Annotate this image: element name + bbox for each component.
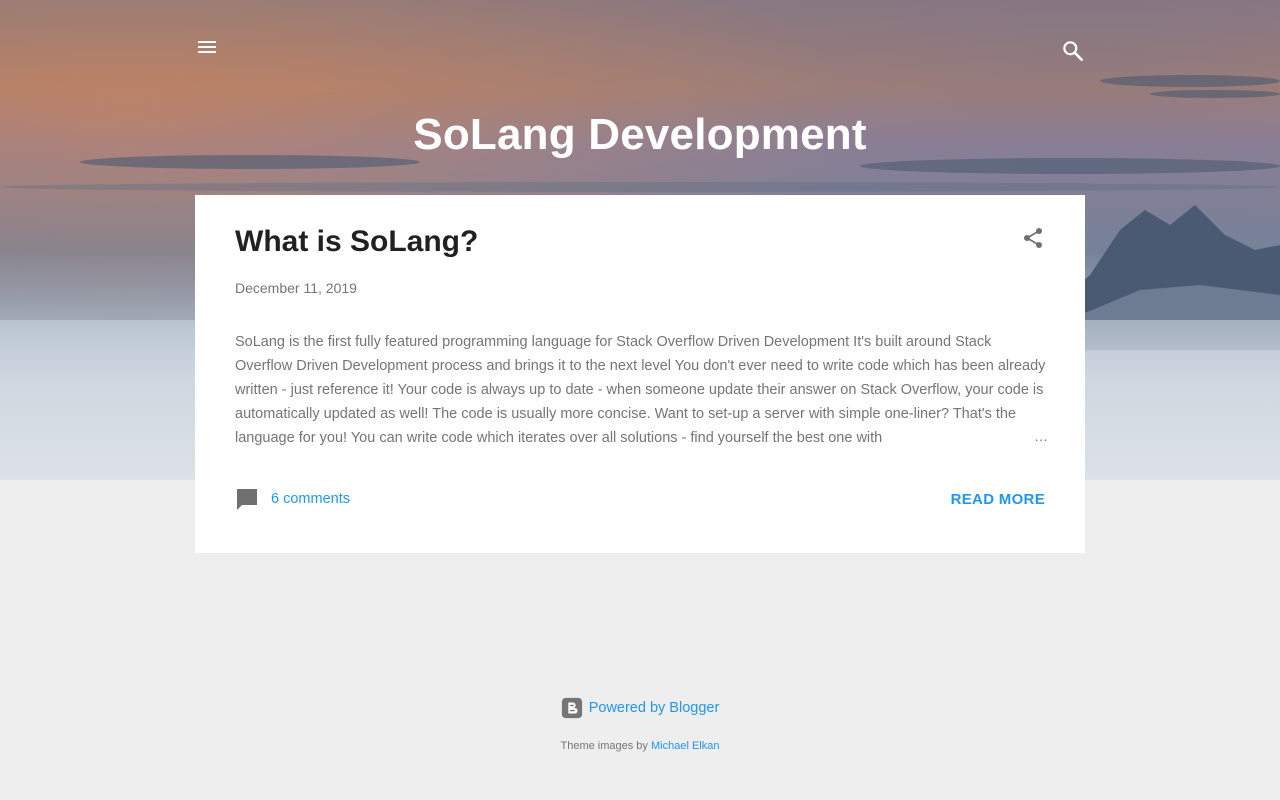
menu-bar [198, 51, 216, 53]
menu-bar [198, 41, 216, 43]
read-more-button[interactable]: READ MORE [951, 491, 1045, 508]
theme-author-link[interactable]: Michael Elkan [651, 740, 719, 752]
cloud-streak [1100, 75, 1280, 87]
blog-title[interactable]: SoLang Development [0, 110, 1280, 160]
menu-button[interactable] [196, 38, 218, 58]
cloud-streak [860, 158, 1280, 174]
post-card: What is SoLang? December 11, 2019 SoLang… [195, 195, 1085, 553]
post-date[interactable]: December 11, 2019 [235, 280, 357, 296]
menu-bar [198, 46, 216, 48]
theme-credit-prefix: Theme images by [560, 740, 648, 752]
blogger-icon [561, 697, 582, 719]
powered-by-blogger-link[interactable]: Powered by Blogger [589, 700, 720, 716]
post-snippet-text: SoLang is the first fully featured progr… [235, 334, 1046, 446]
search-button[interactable] [1060, 38, 1086, 64]
snippet-fade [946, 426, 1046, 450]
powered-by-blogger[interactable]: Powered by Blogger [0, 697, 1280, 719]
comments-count[interactable]: 6 comments [271, 491, 350, 507]
comment-icon [237, 489, 257, 510]
comments-link[interactable]: 6 comments [235, 487, 350, 511]
share-icon [1024, 228, 1042, 248]
post-title[interactable]: What is SoLang? [235, 225, 478, 259]
share-button[interactable] [1021, 225, 1045, 251]
cloud-streak [1150, 90, 1280, 98]
post-snippet: SoLang is the first fully featured progr… [235, 330, 1046, 450]
theme-credit: Theme images by Michael Elkan [0, 740, 1280, 752]
snippet-ellipsis[interactable]: … [1034, 428, 1048, 444]
search-icon [1063, 41, 1083, 61]
